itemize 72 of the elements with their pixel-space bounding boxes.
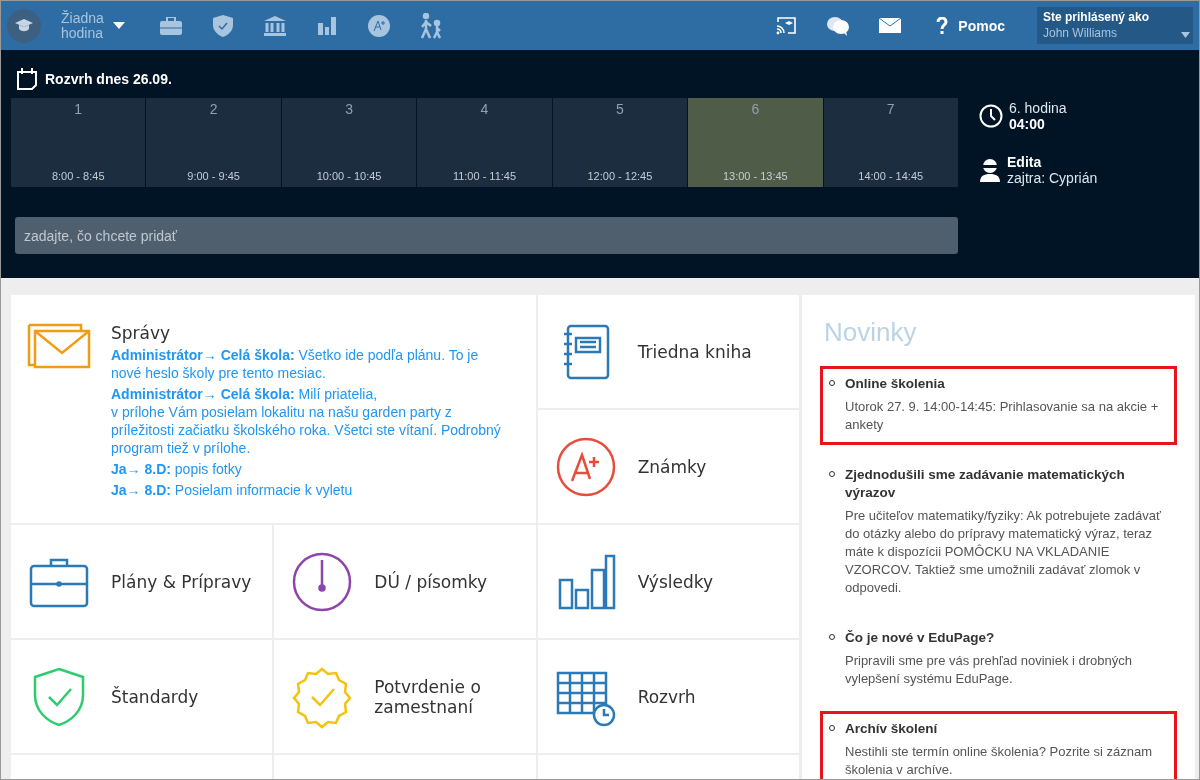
tile-title: Známky	[637, 456, 707, 477]
lesson-time: 9:00 - 9:45	[187, 170, 240, 182]
tile-title: Správy	[111, 323, 172, 343]
caret-icon	[1181, 32, 1190, 38]
tile-title: Plány & Prípravy	[111, 571, 252, 592]
news-heading[interactable]: Archív školení	[845, 720, 1168, 738]
tile-title: Štandardy	[111, 686, 199, 707]
cast-icon	[776, 16, 797, 35]
lesson-tile[interactable]: 4 11:00 - 11:45	[417, 98, 552, 187]
tile-title: Potvrdenie o zamestnaní	[374, 676, 482, 717]
add-input-field[interactable]: zadajte, čo chcete pridať	[15, 217, 958, 254]
news-heading[interactable]: Online školenia	[845, 375, 1168, 393]
lesson-tile[interactable]: 6 13:00 - 13:45	[688, 98, 823, 187]
bar-chart-icon	[318, 16, 336, 35]
module-tile[interactable]: Triedna kniha	[537, 295, 799, 408]
lesson-time: 11:00 - 11:45	[452, 170, 517, 182]
tile-title: DÚ / písomky	[374, 571, 488, 592]
lesson-time: 13:00 - 13:45	[722, 170, 788, 182]
lesson-tile[interactable]: 3 10:00 - 10:45	[281, 98, 417, 187]
module-tile[interactable]: Potvrdenie o zamestnaní	[274, 640, 536, 753]
module-tile[interactable]: Výsledky	[537, 525, 799, 638]
lesson-number: 4	[480, 101, 489, 117]
shield-check-icon	[213, 14, 233, 37]
bank-icon	[264, 15, 286, 36]
lesson-tile[interactable]: 7 14:00 - 14:45	[823, 98, 958, 187]
mail-icon	[879, 18, 902, 33]
news-heading[interactable]: Čo je nové v EduPage?	[845, 629, 1168, 647]
lesson-number: 1	[74, 101, 83, 117]
news-title: Novinky	[824, 317, 918, 348]
news-text: Nestihli ste termín online školenia? Pozrite si záznam školenia v archíve.	[845, 743, 1154, 779]
clock-icon	[979, 104, 1003, 128]
calendar-icon	[17, 68, 37, 90]
lesson-tile[interactable]: 1 8:00 - 8:45	[11, 98, 146, 187]
walking-people-icon	[418, 12, 444, 39]
substitute-note: zajtra: Cyprián	[1007, 170, 1098, 186]
help-button[interactable]: Pomoc	[930, 15, 1011, 36]
caret-icon[interactable]	[113, 21, 125, 30]
lesson-tile[interactable]: 2 9:00 - 9:45	[146, 98, 281, 187]
question-mark-icon	[936, 16, 949, 35]
grade-circle-icon	[368, 14, 390, 37]
tile-title: Triedna kniha	[637, 341, 752, 362]
news-text: Utorok 27. 9. 14:00-14:45: Prihlasovanie sa na akcie + ankety	[845, 398, 1160, 434]
news-heading[interactable]: Zjednodušili sme zadávanie matematických výrazov	[845, 466, 1168, 502]
current-time: 04:00	[1009, 116, 1046, 132]
lesson-tile[interactable]: 5 12:00 - 12:45	[552, 98, 688, 187]
graduation-cap-icon	[15, 18, 33, 33]
news-text: Pre učiteľov matematiky/fyziky: Ak potrebujete zadávať do otázky alebo do prípravy matematický výraz, teraz máte k dispozícii POMÔCKU NA VKLADANIE VZORCOV. Taktiež sme umožnili zadávať zlomok v odpovedi.	[845, 507, 1162, 597]
news-text: Pripravili sme pre vás prehľad noviniek i drobných vylepšení systému EduPage.	[845, 652, 1134, 688]
schedule-title: Rozvrh dnes 26.09.	[45, 71, 172, 87]
module-tile[interactable]: Rozvrh	[537, 640, 799, 753]
person-icon	[979, 158, 1001, 182]
substitute-name: Edita	[1007, 154, 1043, 170]
lesson-number: 5	[616, 101, 624, 117]
module-tile[interactable]: Štandardy	[11, 640, 273, 753]
lesson-number: 3	[345, 101, 353, 117]
lesson-time: 14:00 - 14:45	[858, 170, 924, 182]
lesson-number: 6	[751, 101, 760, 117]
current-lesson: 6. hodina	[1009, 100, 1067, 116]
lesson-time: 12:00 - 12:45	[587, 170, 653, 182]
user-menu[interactable]: Ste prihlásený ako John Williams	[1037, 7, 1193, 44]
module-tile[interactable]: Plány & Prípravy	[11, 525, 273, 638]
briefcase-icon	[160, 16, 182, 35]
lesson-time: 8:00 - 8:45	[51, 170, 105, 182]
tile-title: Rozvrh	[637, 686, 696, 707]
school-logo[interactable]	[7, 8, 41, 43]
lesson-number: 7	[886, 101, 895, 117]
lesson-number: 2	[209, 101, 218, 117]
lesson-time: 10:00 - 10:45	[316, 170, 382, 182]
module-tile[interactable]: Známky	[537, 410, 799, 523]
tile-title: Výsledky	[637, 571, 714, 592]
module-tile[interactable]: DÚ / písomky	[274, 525, 536, 638]
chat-bubbles-icon	[827, 15, 850, 36]
